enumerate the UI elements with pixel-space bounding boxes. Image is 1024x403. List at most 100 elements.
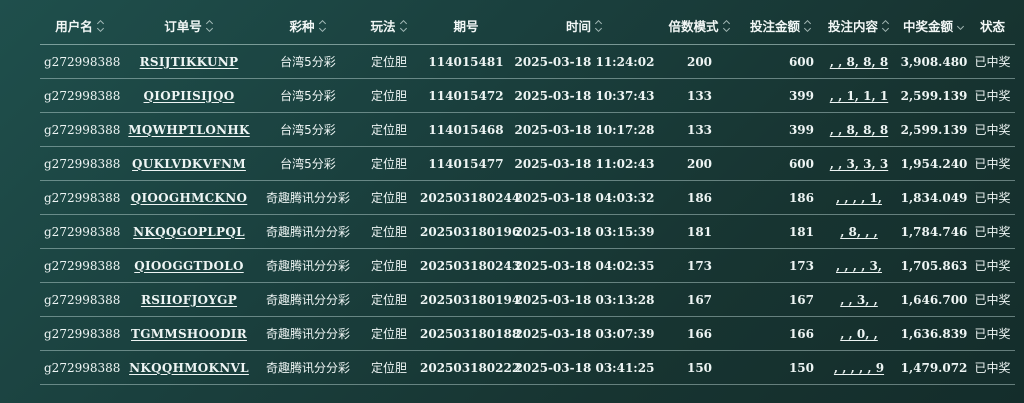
order-number-link[interactable]: NKQQGOPLPQL xyxy=(133,225,245,239)
column-header-multiplier[interactable]: 倍数模式 xyxy=(657,6,742,45)
cell-play: 定位胆 xyxy=(358,248,420,283)
bet-content-link[interactable]: , , 8, 8, 8 xyxy=(830,123,888,137)
order-number-link[interactable]: QIOOGGTDOLO xyxy=(134,259,243,273)
order-number-cell: NKQQHMOKNVL xyxy=(120,350,258,385)
cell-multiplier: 173 xyxy=(657,248,742,283)
cell-bet-amount: 399 xyxy=(742,112,820,147)
column-header-status: 状态 xyxy=(970,6,1015,45)
cell-issue: 114015468 xyxy=(420,112,512,147)
bet-content-cell: , , , , 1, xyxy=(820,180,898,215)
cell-multiplier: 181 xyxy=(657,214,742,249)
order-number-link[interactable]: QUKLVDKVFNM xyxy=(132,157,246,171)
table-body: g272998388 RSIJTIKKUNP 台湾5分彩 定位胆 114015481 20… xyxy=(40,44,1015,385)
table-row: g272998388 QIOOGHMCKNO 奇趣腾讯分分彩 定位胆 202503180… xyxy=(40,180,1015,215)
sort-icon[interactable] xyxy=(595,19,603,33)
order-number-link[interactable]: RSIJTIKKUNP xyxy=(140,55,239,69)
cell-user: g272998388 xyxy=(40,146,120,181)
order-number-link[interactable]: RSIIOFJOYGP xyxy=(141,293,237,307)
column-header-bet-amount[interactable]: 投注金额 xyxy=(742,6,820,45)
column-header-bet-content[interactable]: 投注内容 xyxy=(820,6,898,45)
column-header-win-amount[interactable]: 中奖金额 xyxy=(898,6,970,45)
cell-play: 定位胆 xyxy=(358,316,420,351)
column-header-label: 时间 xyxy=(565,18,591,34)
bet-content-cell: , , 1, 1, 1 xyxy=(820,78,898,113)
column-header-label: 中奖金额 xyxy=(902,18,953,34)
cell-lottery: 台湾5分彩 xyxy=(258,44,358,79)
column-header-label: 投注内容 xyxy=(827,18,878,34)
cell-play: 定位胆 xyxy=(358,44,420,79)
cell-status: 已中奖 xyxy=(970,350,1015,385)
cell-issue: 202503180196 xyxy=(420,214,520,249)
column-header-label: 投注金额 xyxy=(749,18,800,34)
sort-down-icon[interactable] xyxy=(957,19,965,33)
cell-issue: 202503180243 xyxy=(420,248,520,283)
cell-multiplier: 133 xyxy=(657,112,742,147)
column-header-lottery[interactable]: 彩种 xyxy=(258,6,358,45)
cell-lottery: 奇趣腾讯分分彩 xyxy=(258,214,358,249)
column-header-order[interactable]: 订单号 xyxy=(120,6,258,45)
table-row: g272998388 QIOOGGTDOLO 奇趣腾讯分分彩 定位胆 202503180… xyxy=(40,248,1015,283)
table-row: g272998388 NKQQHMOKNVL 奇趣腾讯分分彩 定位胆 202503180… xyxy=(40,350,1015,385)
column-header-user[interactable]: 用户名 xyxy=(40,6,120,45)
order-number-cell: MQWHPTLONHK xyxy=(120,112,258,147)
cell-lottery: 台湾5分彩 xyxy=(258,78,358,113)
bet-content-link[interactable]: , , 1, 1, 1 xyxy=(830,89,888,103)
sort-icon[interactable] xyxy=(400,19,408,33)
cell-win-amount: 1,954.240 xyxy=(898,146,970,181)
cell-lottery: 奇趣腾讯分分彩 xyxy=(258,180,358,215)
table-row: g272998388 RSIIOFJOYGP 奇趣腾讯分分彩 定位胆 202503180… xyxy=(40,282,1015,317)
cell-status: 已中奖 xyxy=(970,112,1015,147)
cell-issue: 202503180194 xyxy=(420,282,520,317)
cell-time: 2025-03-18 03:07:39 xyxy=(512,316,657,351)
cell-lottery: 奇趣腾讯分分彩 xyxy=(258,350,358,385)
bet-content-link[interactable]: , , 3, 3, 3 xyxy=(830,157,888,171)
sort-icon[interactable] xyxy=(319,19,327,33)
cell-status: 已中奖 xyxy=(970,44,1015,79)
order-number-link[interactable]: MQWHPTLONHK xyxy=(128,123,249,137)
bet-content-link[interactable]: , 8, , , xyxy=(840,225,878,239)
sort-icon[interactable] xyxy=(804,19,812,33)
cell-status: 已中奖 xyxy=(970,248,1015,283)
column-header-time[interactable]: 时间 xyxy=(512,6,657,45)
bet-content-link[interactable]: , , , , 3, xyxy=(836,259,882,273)
sort-icon[interactable] xyxy=(97,19,105,33)
cell-user: g272998388 xyxy=(40,282,120,317)
bet-content-link[interactable]: , , , , 1, xyxy=(836,191,882,205)
sort-icon[interactable] xyxy=(882,19,890,33)
table-row: g272998388 TGMMSHOODIR 奇趣腾讯分分彩 定位胆 202503180… xyxy=(40,316,1015,351)
bet-content-cell: , 8, , , xyxy=(820,214,898,249)
table-row: g272998388 MQWHPTLONHK 台湾5分彩 定位胆 114015468 20… xyxy=(40,112,1015,147)
cell-time: 2025-03-18 04:03:32 xyxy=(512,180,657,215)
order-number-link[interactable]: QIOOGHMCKNO xyxy=(131,191,248,205)
order-number-link[interactable]: TGMMSHOODIR xyxy=(131,327,247,341)
column-header-play[interactable]: 玩法 xyxy=(358,6,420,45)
sort-icon[interactable] xyxy=(723,19,731,33)
bet-content-link[interactable]: , , , , , 9 xyxy=(834,361,884,375)
bet-records-table: 用户名 订单号 彩种 玩法 期号 时间 倍数模式 投注金额 投注内容 中奖金额 状态 g272998… xyxy=(40,6,1015,385)
order-number-link[interactable]: NKQQHMOKNVL xyxy=(129,361,249,375)
bet-content-cell: , , 3, 3, 3 xyxy=(820,146,898,181)
cell-play: 定位胆 xyxy=(358,180,420,215)
cell-issue: 114015481 xyxy=(420,44,512,79)
cell-play: 定位胆 xyxy=(358,350,420,385)
cell-time: 2025-03-18 03:13:28 xyxy=(512,282,657,317)
cell-win-amount: 1,784.746 xyxy=(898,214,970,249)
table-row: g272998388 RSIJTIKKUNP 台湾5分彩 定位胆 114015481 20… xyxy=(40,44,1015,79)
column-header-label: 玩法 xyxy=(370,18,396,34)
cell-lottery: 奇趣腾讯分分彩 xyxy=(258,316,358,351)
order-number-link[interactable]: QIOPIISIJQO xyxy=(144,89,235,103)
cell-win-amount: 1,646.700 xyxy=(898,282,970,317)
bet-content-link[interactable]: , , 3, , xyxy=(840,293,878,307)
bet-content-link[interactable]: , , 0, , xyxy=(840,327,878,341)
column-header-label: 用户名 xyxy=(55,18,93,34)
cell-play: 定位胆 xyxy=(358,214,420,249)
column-header-label: 彩种 xyxy=(289,18,315,34)
bet-content-link[interactable]: , , 8, 8, 8 xyxy=(830,55,888,69)
table-row: g272998388 QIOPIISIJQO 台湾5分彩 定位胆 114015472 20… xyxy=(40,78,1015,113)
column-header-label: 期号 xyxy=(453,18,479,34)
table-header-row: 用户名 订单号 彩种 玩法 期号 时间 倍数模式 投注金额 投注内容 中奖金额 状态 xyxy=(40,6,1015,45)
cell-lottery: 奇趣腾讯分分彩 xyxy=(258,282,358,317)
sort-icon[interactable] xyxy=(206,19,214,33)
cell-multiplier: 167 xyxy=(657,282,742,317)
cell-multiplier: 133 xyxy=(657,78,742,113)
